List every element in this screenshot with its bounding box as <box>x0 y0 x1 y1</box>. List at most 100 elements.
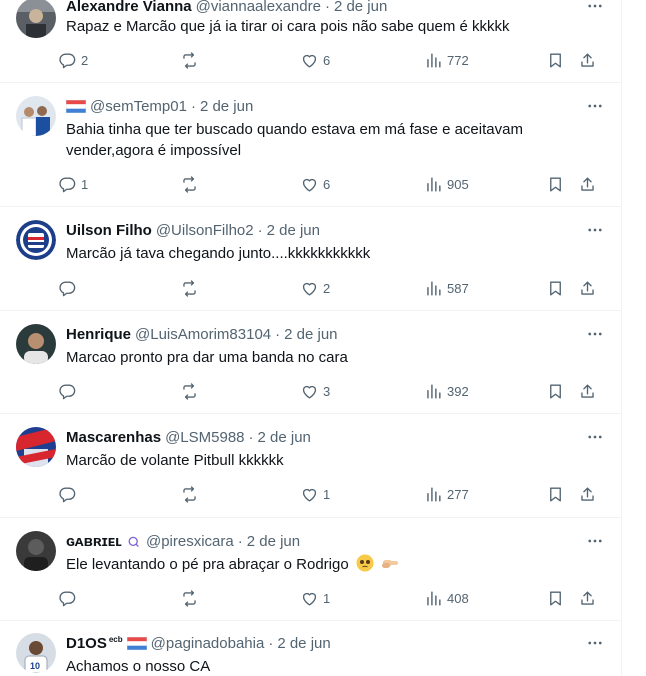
more-options-icon[interactable] <box>584 426 606 448</box>
share-button[interactable] <box>578 586 597 610</box>
reply-tweet[interactable]: 10 D1OS ecb @paginadobahia · 2 de jun Ach… <box>0 621 621 676</box>
view-count: 408 <box>447 590 469 606</box>
reply-tweet[interactable]: Uilson Filho @UilsonFilho2 · 2 de jun Ma… <box>0 207 621 311</box>
view-count: 905 <box>447 176 469 192</box>
timestamp[interactable]: 2 de jun <box>267 222 320 239</box>
timestamp[interactable]: 2 de jun <box>334 0 387 15</box>
share-icon <box>581 590 594 605</box>
share-button[interactable] <box>578 276 597 300</box>
avatar[interactable] <box>16 531 56 571</box>
share-button[interactable] <box>578 172 597 196</box>
avatar[interactable] <box>16 427 56 467</box>
user-handle[interactable]: @viannaalexandre <box>196 0 321 15</box>
pointing-hands-emoji-icon <box>382 560 399 568</box>
views-button[interactable]: 392 <box>424 379 469 403</box>
action-bar: 1 277 <box>58 482 614 506</box>
avatar[interactable]: 10 <box>16 633 56 673</box>
like-button[interactable]: 1 <box>300 586 330 610</box>
user-handle[interactable]: @LuisAmorim83104 <box>135 326 271 343</box>
reply-icon <box>59 176 76 192</box>
display-name[interactable]: D1OS ecb <box>66 635 123 652</box>
tweet-text: Marcão já tava chegando junto....kkkkkkk… <box>66 245 371 262</box>
timestamp[interactable]: 2 de jun <box>247 533 300 550</box>
retweet-button[interactable] <box>180 276 203 300</box>
views-chart-icon <box>427 486 441 502</box>
bookmark-button[interactable] <box>546 482 565 506</box>
bookmark-button[interactable] <box>546 586 565 610</box>
timestamp[interactable]: 2 de jun <box>284 326 337 343</box>
retweet-button[interactable] <box>180 48 203 72</box>
share-icon <box>581 383 594 398</box>
action-bar: 1 6 905 <box>58 172 614 196</box>
like-button[interactable]: 3 <box>300 379 330 403</box>
user-handle[interactable]: @piresxicara <box>146 533 234 550</box>
retweet-button[interactable] <box>180 379 203 403</box>
more-options-icon[interactable] <box>584 632 606 654</box>
reply-tweet[interactable]: @semTemp01 · 2 de jun Bahia tinha que te… <box>0 83 621 207</box>
reply-button[interactable] <box>58 482 81 506</box>
user-handle[interactable]: @semTemp01 <box>90 98 187 115</box>
reply-button[interactable] <box>58 586 81 610</box>
separator-dot: · <box>268 634 274 652</box>
tweet-text: Rapaz e Marcão que já ia tirar oi cara p… <box>66 18 510 35</box>
bookmark-button[interactable] <box>546 48 565 72</box>
timestamp[interactable]: 2 de jun <box>258 429 311 446</box>
reply-tweet[interactable]: Alexandre Vianna @viannaalexandre · 2 de… <box>0 0 621 83</box>
reply-button[interactable] <box>58 276 81 300</box>
more-options-icon[interactable] <box>584 95 606 117</box>
display-name[interactable]: Mascarenhas <box>66 429 161 446</box>
reply-tweet[interactable]: ɢᴀʙʀɪᴇʟ @piresxicara · 2 de jun Ele leva… <box>0 518 621 621</box>
retweet-button[interactable] <box>180 482 203 506</box>
separator-dot: · <box>248 428 254 446</box>
more-options-icon[interactable] <box>584 0 606 17</box>
views-button[interactable]: 905 <box>424 172 469 196</box>
bookmark-button[interactable] <box>546 379 565 403</box>
reply-button[interactable]: 1 <box>58 172 88 196</box>
display-name[interactable]: ɢᴀʙʀɪᴇʟ <box>66 533 122 550</box>
more-options-icon[interactable] <box>584 323 606 345</box>
tweet-text: Achamos o nosso CA <box>66 658 211 675</box>
display-name[interactable]: Uilson Filho <box>66 222 152 239</box>
reply-icon <box>59 52 76 68</box>
like-count: 6 <box>323 52 331 68</box>
like-button[interactable]: 1 <box>300 482 330 506</box>
bookmark-button[interactable] <box>546 276 565 300</box>
views-button[interactable]: 587 <box>424 276 469 300</box>
timestamp[interactable]: 2 de jun <box>277 635 330 652</box>
display-name[interactable]: Henrique <box>66 326 131 343</box>
user-handle[interactable]: @paginadobahia <box>151 635 265 652</box>
user-handle[interactable]: @UilsonFilho2 <box>156 222 254 239</box>
more-options-icon[interactable] <box>584 219 606 241</box>
share-button[interactable] <box>578 482 597 506</box>
user-handle[interactable]: @LSM5988 <box>165 429 244 446</box>
avatar[interactable] <box>16 96 56 136</box>
flag-icon <box>66 99 86 113</box>
share-button[interactable] <box>578 379 597 403</box>
heart-icon <box>302 178 317 192</box>
like-button[interactable]: 6 <box>300 172 330 196</box>
retweet-button[interactable] <box>180 586 203 610</box>
views-button[interactable]: 277 <box>424 482 469 506</box>
action-bar: 1 408 <box>58 586 614 610</box>
share-button[interactable] <box>578 48 597 72</box>
heart-icon <box>302 592 317 606</box>
retweet-button[interactable] <box>180 172 203 196</box>
timestamp[interactable]: 2 de jun <box>200 98 253 115</box>
display-name[interactable]: Alexandre Vianna <box>66 0 192 15</box>
reply-button[interactable]: 2 <box>58 48 88 72</box>
action-bar: 3 392 <box>58 379 614 403</box>
reply-button[interactable] <box>58 379 81 403</box>
bookmark-button[interactable] <box>546 172 565 196</box>
separator-dot: · <box>275 325 281 343</box>
views-button[interactable]: 408 <box>424 586 469 610</box>
like-button[interactable]: 2 <box>300 276 330 300</box>
tweet-text: Marcao pronto pra dar uma banda no cara <box>66 349 348 366</box>
avatar[interactable] <box>16 324 56 364</box>
more-options-icon[interactable] <box>584 530 606 552</box>
reply-tweet[interactable]: Mascarenhas @LSM5988 · 2 de jun Marcão d… <box>0 414 621 518</box>
like-button[interactable]: 6 <box>300 48 330 72</box>
avatar[interactable] <box>16 0 56 38</box>
reply-tweet[interactable]: Henrique @LuisAmorim83104 · 2 de jun Mar… <box>0 311 621 414</box>
avatar[interactable] <box>16 220 56 260</box>
views-button[interactable]: 772 <box>424 48 469 72</box>
